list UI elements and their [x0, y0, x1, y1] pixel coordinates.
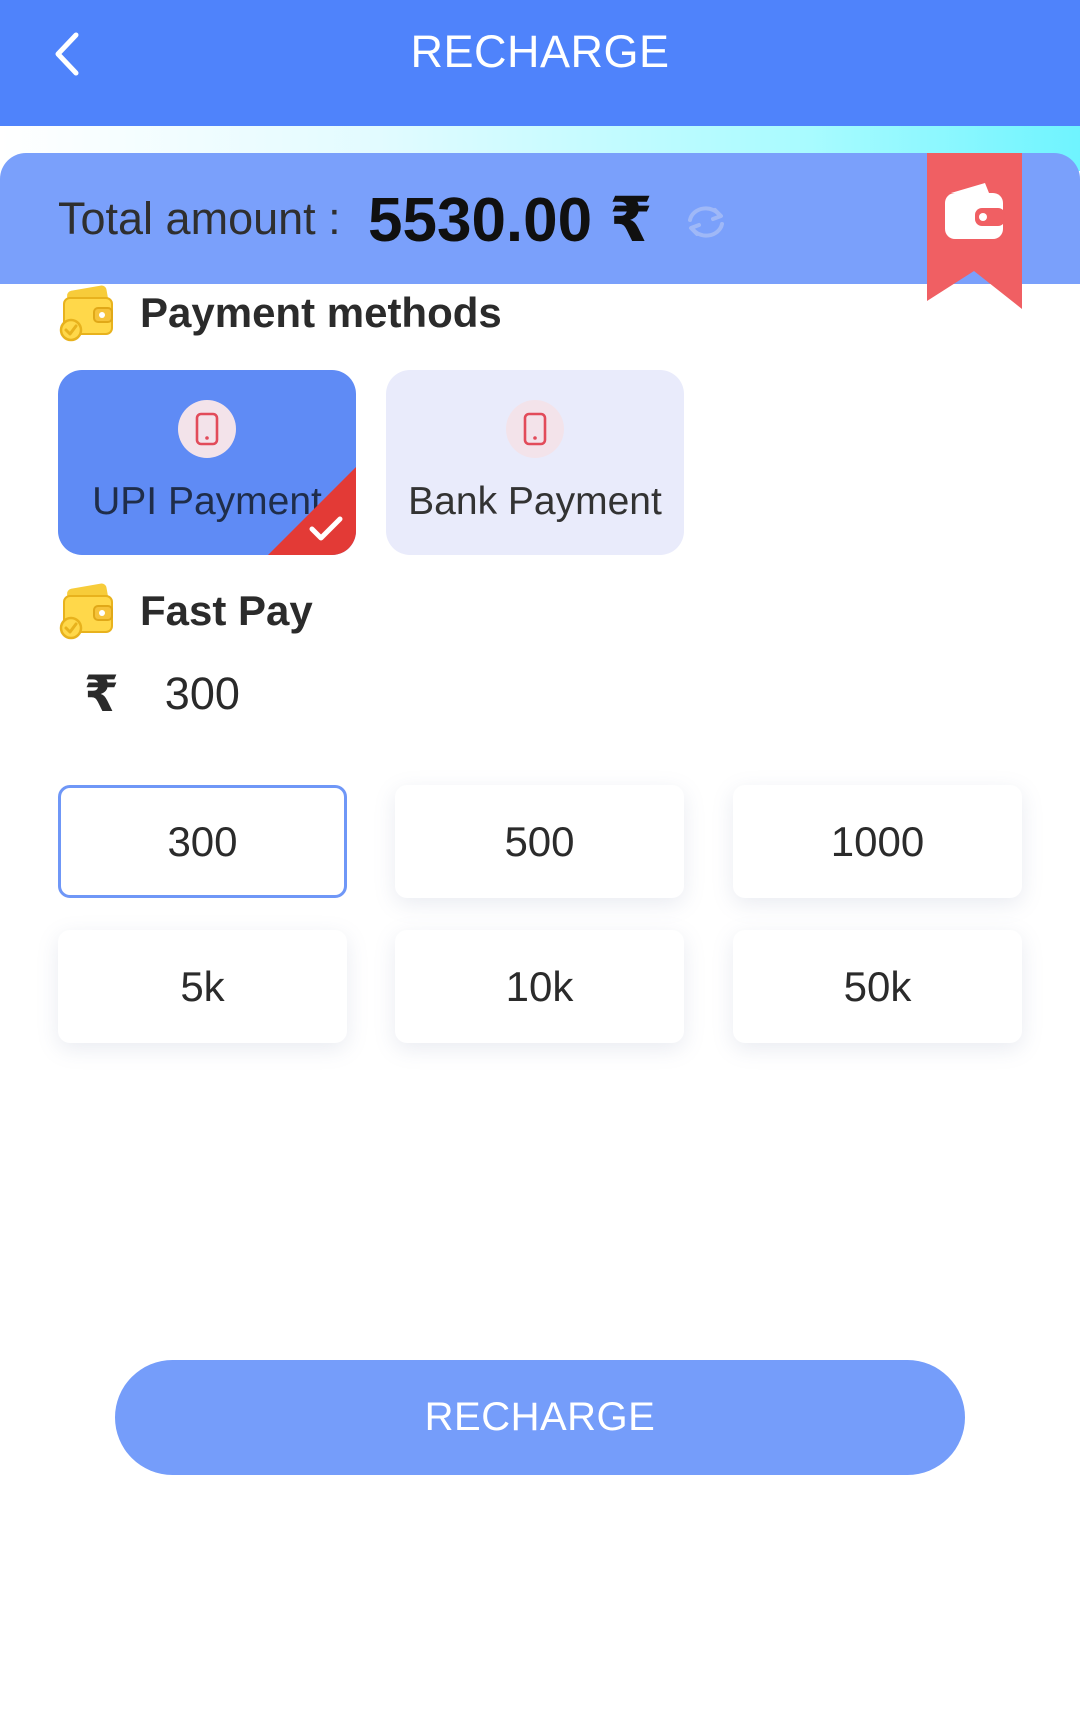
wallet-check-icon — [59, 583, 113, 640]
amount-value: 300 — [164, 668, 240, 719]
payment-methods-title: Payment methods — [140, 289, 502, 336]
bank-payment-label: Bank Payment — [408, 480, 662, 523]
page-title: RECHARGE — [410, 26, 670, 77]
amount-input[interactable]: ₹ 300 — [84, 665, 240, 723]
pm-icon-badge — [506, 400, 564, 458]
recharge-screen: RECHARGE Total amount : 5530.00 ₹ Paymen… — [0, 0, 1080, 1712]
pm-icon-badge — [178, 400, 236, 458]
wallet-check-icon — [59, 285, 113, 342]
recharge-button[interactable]: RECHARGE — [115, 1360, 965, 1475]
quick-amount-300[interactable]: 300 — [58, 785, 347, 898]
bank-payment-option[interactable]: Bank Payment — [386, 370, 684, 555]
phone-icon — [523, 412, 547, 446]
fast-pay-heading: Fast Pay — [58, 582, 313, 640]
total-amount-value: 5530.00 ₹ — [368, 186, 653, 255]
check-icon — [268, 467, 356, 555]
quick-amount-1000[interactable]: 1000 — [733, 785, 1022, 898]
refresh-icon[interactable] — [682, 198, 730, 246]
balance-card: Total amount : 5530.00 ₹ — [0, 153, 1080, 284]
payment-methods-heading: Payment methods — [58, 284, 502, 342]
quick-amount-50k[interactable]: 50k — [733, 930, 1022, 1043]
phone-icon — [195, 412, 219, 446]
top-bar: RECHARGE — [0, 0, 1080, 126]
total-amount-label: Total amount : — [58, 193, 341, 244]
upi-payment-option[interactable]: UPI Payment — [58, 370, 356, 555]
fast-pay-title: Fast Pay — [140, 587, 313, 634]
rupee-icon: ₹ — [84, 666, 119, 722]
quick-amount-10k[interactable]: 10k — [395, 930, 684, 1043]
quick-amount-5k[interactable]: 5k — [58, 930, 347, 1043]
wallet-bookmark — [927, 153, 1022, 309]
quick-amount-500[interactable]: 500 — [395, 785, 684, 898]
